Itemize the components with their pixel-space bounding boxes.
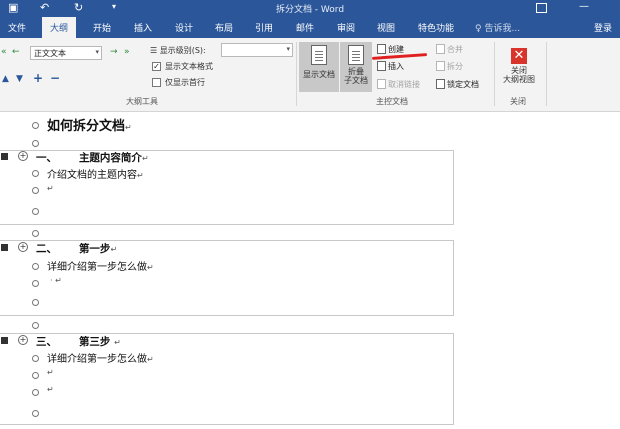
body-text: 介绍文档的主题内容↵ — [47, 170, 144, 181]
tab-design[interactable]: 设计 — [175, 21, 193, 34]
insert-icon — [377, 61, 386, 71]
expand-heading-icon[interactable]: + — [18, 151, 28, 161]
window-title: 拆分文档 - Word — [275, 5, 345, 15]
outline-tools-group-label: 大纲工具 — [126, 97, 158, 106]
tab-special-features[interactable]: 特色功能 — [418, 21, 454, 34]
paragraph-mark: · ↵ — [50, 276, 62, 285]
body-text: 详细介绍第一步怎么做↵ — [47, 354, 154, 365]
ribbon-tabs: 文件 大纲 开始 插入 设计 布局 引用 邮件 审阅 视图 特色功能 ♀ 告诉我… — [0, 17, 620, 38]
split-button[interactable]: 拆分 — [436, 61, 463, 72]
empty-paragraph-bullet[interactable] — [32, 389, 39, 396]
move-up-icon[interactable]: ▲ — [2, 74, 9, 84]
expand-icon[interactable]: + — [33, 71, 43, 85]
tab-insert[interactable]: 插入 — [134, 21, 152, 34]
collapse-subdocuments-label: 折叠 子文档 — [344, 67, 368, 85]
group-divider — [546, 42, 547, 106]
chevron-down-icon: ▾ — [286, 45, 290, 53]
outline-level-dropdown[interactable]: 正文文本 ▾ — [30, 46, 102, 60]
show-level-label: ☰ 显示级别(S): — [150, 46, 206, 55]
close-group-label: 关闭 — [510, 97, 526, 106]
collapse-icon[interactable]: − — [50, 71, 60, 85]
tab-review[interactable]: 审阅 — [337, 21, 355, 34]
heading-3: 三、 第三步 ↵ — [36, 336, 121, 348]
collapse-subdocuments-button[interactable]: 折叠 子文档 — [340, 42, 372, 92]
subdocument-icon[interactable] — [1, 244, 8, 251]
promote-to-heading1-icon[interactable]: « — [1, 47, 7, 57]
document-area[interactable]: 如何拆分文档↵ + 一、 主题内容简介↵ 介绍文档的主题内容↵ ↵ + 二、 第… — [0, 113, 620, 429]
create-button[interactable]: 创建 — [377, 44, 404, 55]
collapse-subdocuments-icon — [348, 45, 364, 65]
subdocument-icon[interactable] — [1, 153, 8, 160]
document-title: 如何拆分文档↵ — [47, 119, 132, 134]
tab-home[interactable]: 开始 — [93, 21, 111, 34]
empty-paragraph-bullet[interactable] — [32, 372, 39, 379]
empty-paragraph-bullet[interactable] — [32, 187, 39, 194]
lock-icon — [436, 79, 445, 89]
empty-paragraph-bullet[interactable] — [32, 410, 39, 417]
chevron-down-icon: ▾ — [95, 48, 99, 56]
tab-layout[interactable]: 布局 — [215, 21, 233, 34]
unlink-icon — [377, 79, 386, 89]
body-text: 详细介绍第一步怎么做↵ — [47, 262, 154, 273]
create-icon — [377, 44, 386, 54]
show-level-dropdown[interactable]: ▾ — [221, 43, 293, 57]
ribbon-display-options-icon[interactable] — [536, 3, 547, 13]
expand-heading-icon[interactable]: + — [18, 335, 28, 345]
empty-paragraph-bullet[interactable] — [32, 299, 39, 306]
subdocument-icon[interactable] — [1, 337, 8, 344]
close-outline-view-button[interactable]: ✕ 关闭 大纲视图 — [498, 42, 540, 92]
show-text-formatting-checkbox[interactable]: ✓ — [152, 62, 161, 71]
empty-paragraph-bullet[interactable] — [32, 208, 39, 215]
paragraph-mark: ↵ — [47, 184, 54, 193]
promote-icon[interactable]: ← — [12, 47, 20, 57]
body-text-bullet[interactable] — [32, 263, 39, 270]
merge-icon — [436, 44, 445, 54]
tab-mailings[interactable]: 邮件 — [296, 21, 314, 34]
group-divider — [494, 42, 495, 106]
lightbulb-icon: ♀ — [475, 24, 482, 34]
title-bar: ▣ ↶ ↻ ▾ 拆分文档 - Word — — [0, 0, 620, 17]
lock-document-button[interactable]: 锁定文档 — [436, 79, 479, 90]
heading-1: 一、 主题内容简介↵ — [36, 152, 149, 164]
minimize-button[interactable]: — — [579, 1, 589, 12]
ribbon: « ← 正文文本 ▾ → » ▲ ▼ + − ☰ 显示级别(S): ▾ ✓ 显示… — [0, 38, 620, 112]
tab-outline[interactable]: 大纲 — [42, 17, 77, 38]
tell-me-search[interactable]: ♀ 告诉我... — [475, 21, 520, 34]
move-down-icon[interactable]: ▼ — [16, 74, 23, 84]
heading-2: 二、 第一步↵ — [36, 243, 118, 255]
empty-paragraph-bullet[interactable] — [32, 280, 39, 287]
show-level-icon: ☰ — [150, 46, 158, 55]
tab-file[interactable]: 文件 — [8, 21, 26, 34]
paragraph-mark: ↵ — [47, 385, 54, 394]
master-document-group-label: 主控文档 — [376, 97, 408, 106]
show-text-formatting-label: 显示文本格式 — [165, 62, 213, 71]
tab-view[interactable]: 视图 — [377, 21, 395, 34]
paragraph-mark: ↵ — [47, 368, 54, 377]
demote-icon[interactable]: → — [110, 47, 118, 57]
show-document-button[interactable]: 显示文档 — [299, 42, 339, 92]
login-button[interactable]: 登录 — [594, 21, 612, 34]
expand-heading-icon[interactable]: + — [18, 242, 28, 252]
empty-paragraph-bullet[interactable] — [32, 140, 39, 147]
close-outline-view-label: 关闭 大纲视图 — [503, 66, 535, 84]
demote-to-body-text-icon[interactable]: » — [124, 47, 130, 57]
group-divider — [296, 42, 297, 106]
insert-subdocument-button[interactable]: 插入 — [377, 61, 404, 72]
body-text-bullet[interactable] — [32, 355, 39, 362]
empty-paragraph-bullet[interactable] — [32, 322, 39, 329]
show-first-line-only-checkbox[interactable] — [152, 78, 161, 87]
split-icon — [436, 61, 445, 71]
unlink-button[interactable]: 取消链接 — [377, 79, 420, 90]
merge-button[interactable]: 合并 — [436, 44, 463, 55]
close-icon: ✕ — [511, 48, 527, 64]
tab-references[interactable]: 引用 — [255, 21, 273, 34]
empty-paragraph-bullet[interactable] — [32, 230, 39, 237]
body-text-bullet[interactable] — [32, 170, 39, 177]
body-text-bullet[interactable] — [32, 122, 39, 129]
show-document-icon — [311, 45, 327, 65]
show-first-line-only-label: 仅显示首行 — [165, 78, 205, 87]
